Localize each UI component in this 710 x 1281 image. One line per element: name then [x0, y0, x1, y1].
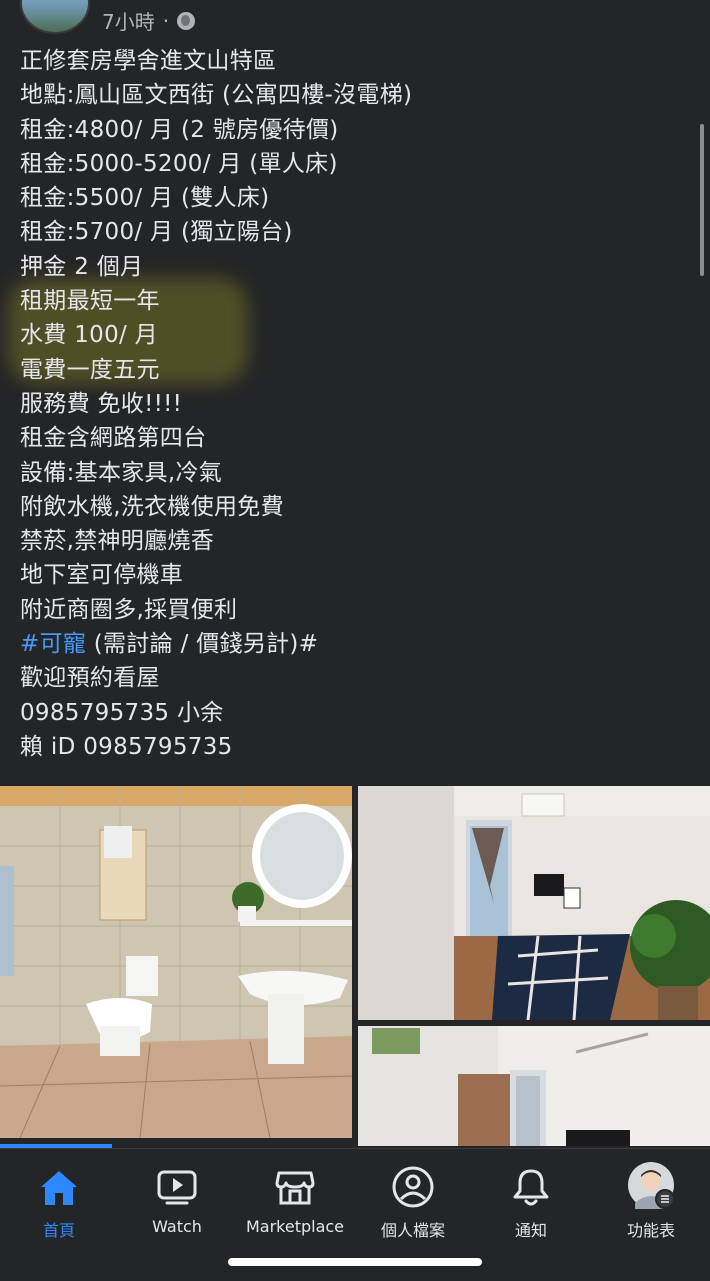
tab-menu[interactable]: 功能表 — [592, 1149, 710, 1249]
hashtag-suffix: (需討論 / 價錢另計)# — [86, 631, 319, 658]
tab-marketplace[interactable]: Marketplace — [236, 1149, 354, 1249]
home-indicator[interactable] — [228, 1258, 482, 1266]
post-line: 正修套房學舍進文山特區 — [20, 48, 277, 74]
photo-grid — [0, 786, 710, 1146]
globe-icon — [177, 11, 196, 30]
photo-bedroom[interactable] — [358, 786, 710, 1020]
tab-home[interactable]: 首頁 — [0, 1149, 118, 1249]
post-body: 正修套房學舍進文山特區 地點:鳳山區文西街 (公寓四樓-沒電梯) 租金:4800… — [20, 44, 680, 764]
post-line: 水費 100/ 月 — [20, 322, 158, 349]
post-line: 押金 2 個月 — [20, 253, 144, 280]
post-header: 7小時 · — [0, 0, 710, 40]
tab-notifications-label: 通知 — [514, 1221, 547, 1240]
hashtag-line: #可寵 (需討論 / 價錢另計)# — [20, 627, 680, 661]
author-avatar[interactable] — [20, 0, 90, 34]
post-line: 設備:基本家具,冷氣 — [20, 459, 223, 486]
bell-icon — [513, 1169, 549, 1206]
post-line: 地下室可停機車 — [20, 562, 184, 589]
post-line: 地點:鳳山區文西街 (公寓四樓-沒電梯) — [20, 82, 413, 109]
photo-room[interactable] — [358, 1026, 710, 1146]
marketplace-icon — [275, 1171, 315, 1205]
tab-home-label: 首頁 — [42, 1221, 75, 1240]
menu-avatar-icon — [628, 1162, 675, 1209]
post-line: 禁菸,禁神明廳燒香 — [20, 528, 215, 555]
post-line: 0985795735 小余 — [20, 699, 224, 726]
tab-profile-label: 個人檔案 — [380, 1221, 445, 1240]
post-line: 租金:5700/ 月 (獨立陽台) — [20, 219, 293, 246]
post-timestamp[interactable]: 7小時 — [102, 6, 155, 35]
post-line: 賴 iD 0985795735 — [20, 733, 233, 760]
post-line: 服務費 免收!!!! — [20, 390, 183, 417]
post-line: 附近商圈多,採買便利 — [20, 596, 238, 623]
post-line: 租金:5000-5200/ 月 (單人床) — [20, 150, 338, 177]
post-meta: 7小時 · — [102, 6, 196, 35]
hashtag-link[interactable]: #可寵 — [20, 631, 86, 657]
post-line: 租金含網路第四台 — [20, 425, 207, 452]
profile-icon — [392, 1166, 434, 1208]
scrollbar[interactable] — [700, 124, 704, 276]
meta-separator: · — [162, 8, 170, 33]
post-line: 附飲水機,洗衣機使用免費 — [20, 493, 284, 520]
post-line: 電費一度五元 — [20, 356, 160, 383]
tab-notifications[interactable]: 通知 — [472, 1149, 590, 1249]
tab-watch[interactable]: Watch — [118, 1149, 236, 1249]
post-line: 歡迎預約看屋 — [20, 665, 160, 692]
photo-bathroom[interactable] — [0, 786, 352, 1138]
tab-profile[interactable]: 個人檔案 — [354, 1149, 472, 1249]
post-line: 租期最短一年 — [20, 288, 160, 315]
post-line: 租金:4800/ 月 (2 號房優待價) — [20, 116, 339, 143]
watch-icon — [157, 1170, 197, 1205]
tab-marketplace-label: Marketplace — [245, 1217, 345, 1236]
home-icon — [41, 1171, 77, 1205]
post-line: 租金:5500/ 月 (雙人床) — [20, 185, 270, 212]
tab-menu-label: 功能表 — [626, 1221, 675, 1240]
tab-watch-label: Watch — [152, 1217, 202, 1236]
